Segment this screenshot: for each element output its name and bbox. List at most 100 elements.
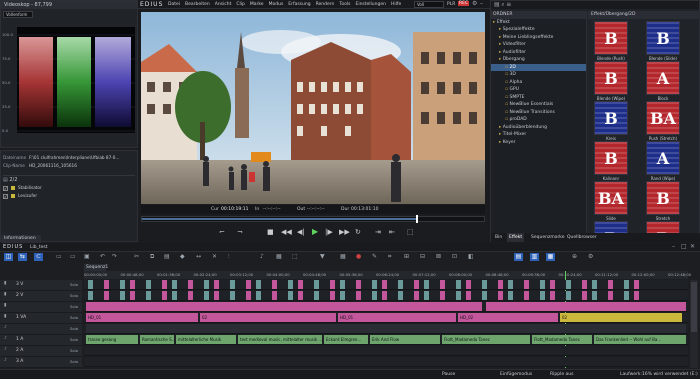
folder-icon[interactable]: ▤ [494,1,500,9]
clip[interactable] [256,280,261,289]
clip[interactable] [86,324,686,333]
record-icon[interactable]: ● [356,253,361,261]
render-icon[interactable]: ⬚ [292,253,298,261]
clip[interactable]: trasse gesang [86,335,138,344]
clip[interactable] [456,291,461,300]
loop-icon[interactable]: ↻ [355,228,361,236]
track-lane[interactable] [84,346,688,356]
play-icon[interactable]: ▶ [312,227,318,236]
solo-button[interactable]: Solo [70,359,78,364]
clip[interactable] [330,291,335,300]
clip[interactable] [382,291,387,300]
tree-item[interactable]: ▫ SMPTE [491,94,586,102]
clip[interactable] [550,291,555,300]
view-icon[interactable]: ▦ [546,253,555,261]
clip[interactable] [246,280,251,289]
scroll-thumb[interactable] [691,282,697,332]
copy-icon[interactable]: ⧉ [150,253,154,261]
clip[interactable] [566,291,571,300]
layer-checkbox[interactable]: ✓ [3,185,8,191]
tree-item[interactable]: ▸ Videofilter [491,41,586,49]
clip[interactable] [482,280,487,289]
redo-icon[interactable]: ↷ [112,253,117,261]
clip[interactable]: Erik And Flow [370,335,440,344]
track-lane[interactable] [84,302,688,312]
rec-label[interactable]: REC [458,1,470,6]
clip[interactable] [204,280,209,289]
view-icon[interactable]: ▥ [530,253,539,261]
mode-icon[interactable]: ◫ [4,253,13,261]
solo-button[interactable]: Solo [70,293,78,298]
audio-track-icon[interactable]: ♪ [4,358,7,363]
clip[interactable] [120,291,125,300]
clip[interactable] [624,291,629,300]
stop-icon[interactable]: ■ [267,228,274,236]
clip[interactable] [214,291,219,300]
clip[interactable] [524,291,529,300]
tree-item[interactable]: ▸ Audioüberblendung [491,124,586,132]
save-icon[interactable]: ▣ [84,253,90,261]
track-lane[interactable]: HD_01 02 HD_01 HD_02 02 [84,313,688,323]
ripple-icon[interactable]: ↔ [196,253,201,261]
tool-icon[interactable]: ⊡ [452,253,457,261]
clip[interactable] [120,280,125,289]
bin-tab[interactable]: Effekt [507,233,525,242]
clip[interactable] [172,280,177,289]
clip[interactable] [86,302,482,311]
clip[interactable] [162,280,167,289]
grid-icon[interactable]: ▦ [340,253,346,261]
view-icon[interactable]: ▤ [514,253,523,261]
new-sequence-icon[interactable]: ▭ [56,253,62,261]
audio-track-icon[interactable]: ♪ [4,336,7,341]
solo-button[interactable]: Solo [70,315,78,320]
set-in-icon[interactable]: ⌐ [219,228,225,236]
layer-row[interactable]: ✓ Levizufer [3,192,135,200]
clip[interactable] [582,280,587,289]
clip[interactable] [508,291,513,300]
search-icon[interactable]: ⌕ [501,1,504,9]
minimize-icon[interactable]: – [672,243,675,251]
effect-thumbnail[interactable]: BA [594,181,628,215]
solo-button[interactable]: Solo [70,348,78,353]
clip[interactable]: Flott_Madamedo Tanec [442,335,530,344]
clip[interactable] [466,280,471,289]
layer-row[interactable]: ✓ Stabilisator [3,184,135,192]
clip[interactable] [608,280,613,289]
track-header[interactable]: 3 V ▮ Solo [0,280,82,291]
track-header[interactable]: 2 V ▮ Solo [0,291,82,302]
clip[interactable] [230,280,235,289]
clip[interactable]: mittelalterliche Musik [176,335,236,344]
track-header[interactable]: ♪ Solo [0,324,82,335]
clip[interactable] [104,291,109,300]
split-icon[interactable]: ⫶ [228,253,230,261]
step-forward-icon[interactable]: |▶ [325,228,333,236]
clip[interactable] [162,291,167,300]
track-header[interactable]: 1 VA ▮ Solo [0,313,82,324]
clip[interactable] [592,280,597,289]
gear-icon[interactable]: ⚙ [472,0,477,8]
clip[interactable] [482,291,487,300]
clip[interactable] [146,280,151,289]
scope-mode-select[interactable]: Vollenform [3,11,33,18]
clip[interactable] [398,291,403,300]
audio-icon[interactable]: ♪ [260,253,264,261]
clip[interactable] [592,291,597,300]
clip[interactable] [88,280,93,289]
export-icon[interactable]: ⬚ [407,228,414,236]
menu-item[interactable]: Ansicht [215,2,232,7]
clip[interactable]: 02 [560,313,682,322]
clip[interactable] [582,291,587,300]
menu-item[interactable]: Marke [250,2,264,7]
layer-checkbox[interactable]: ✓ [3,193,8,199]
clip[interactable]: HD_01 [86,313,198,322]
clip[interactable] [204,291,209,300]
clip[interactable] [214,280,219,289]
clip[interactable]: Flott_Madamedo Tanec [532,335,592,344]
menu-item[interactable]: Rendern [316,2,335,7]
track-lane[interactable] [84,357,688,367]
tool-icon[interactable]: ⊞ [404,253,409,261]
clip[interactable] [104,280,109,289]
clip[interactable] [566,280,571,289]
insert-icon[interactable]: ⇥ [375,228,381,236]
clip[interactable] [372,291,377,300]
